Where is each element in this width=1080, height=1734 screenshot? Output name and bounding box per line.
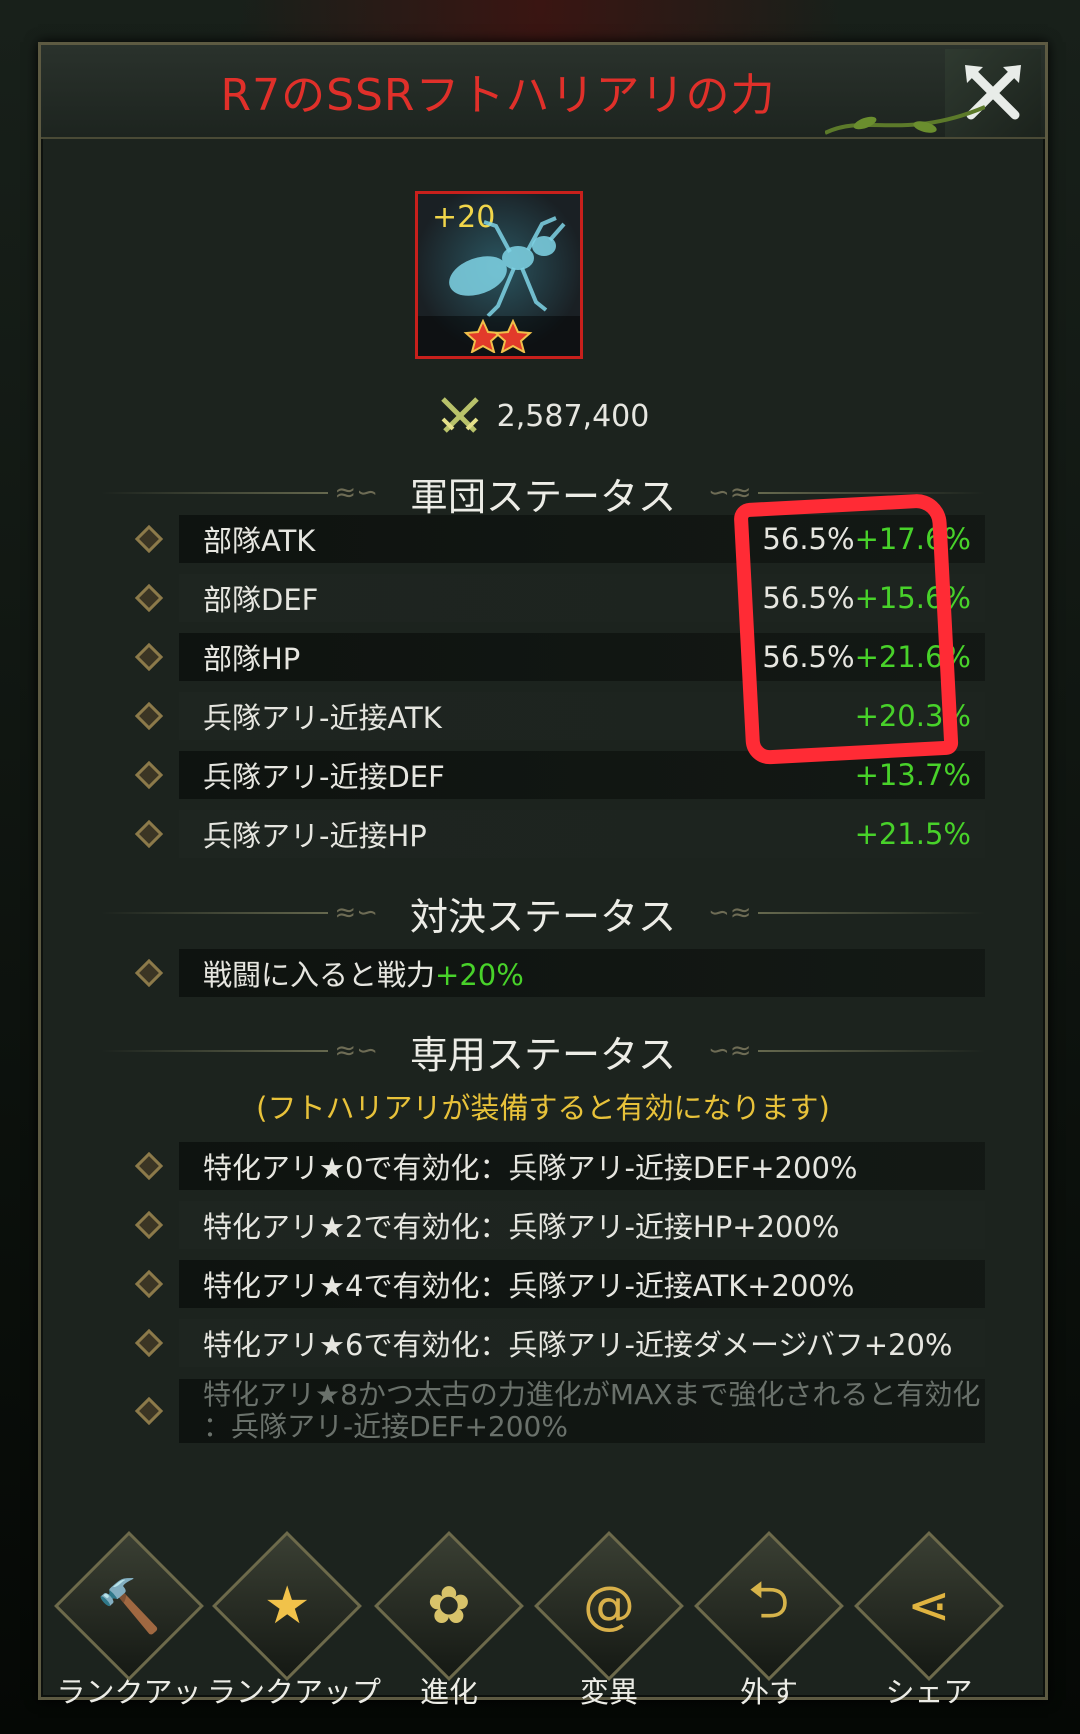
exclusive-row: 特化アリ★0で有効化：兵隊アリ-近接DEF+200% [91,1138,985,1194]
section-title: 専用ステータス [410,1032,677,1077]
flower-evolve-icon: ✿ [427,1575,471,1636]
exclusive-label: 特化アリ★4で有効化：兵隊アリ-近接ATK+200% [203,1269,855,1303]
bullet-diamond-icon [134,1328,164,1358]
swirl-ornament-icon: ∽≈ [708,1036,752,1066]
star-upgrade-icon: ★ [263,1576,311,1636]
item-star-rating [418,316,580,356]
bullet-diamond-icon [134,958,164,988]
share-button[interactable]: ⋖ シェア [849,1531,1009,1711]
bullet-diamond-icon [134,701,164,731]
exclusive-note: (フトハリアリが装備すると有効になります) [256,1091,830,1125]
item-detail-dialog: R7のSSRフトハリアリの力 +20 2,587,400 ≈∽ 軍団ステータス … [38,42,1048,1709]
bullet-diamond-icon [134,642,164,672]
bullet-diamond-icon [134,1269,164,1299]
action-bar: 🔨 ランクアッ ★ ランクアップ ✿ 進化 @ 変異 ⮌ 外す ⋖ シェア [41,1531,1045,1709]
swirl-ornament-icon: ≈∽ [334,898,378,928]
swirl-ornament-icon: ≈∽ [334,478,378,508]
bullet-diamond-icon [134,819,164,849]
exclusive-status-header: ≈∽ 専用ステータス ∽≈ [101,1025,986,1077]
exclusive-row: 特化アリ★2で有効化：兵隊アリ-近接HP+200% [91,1197,985,1253]
unequip-icon: ⮌ [748,1570,790,1631]
stat-label: 部隊DEF [203,583,319,617]
dialog-title: R7のSSRフトハリアリの力 [220,70,776,121]
swirl-ornament-icon: ∽≈ [708,898,752,928]
ant-silhouette-icon [449,216,566,318]
exclusive-label: 特化アリ★0で有効化：兵隊アリ-近接DEF+200% [203,1151,858,1185]
star-icon [463,319,533,353]
exclusive-label: 特化アリ★6で有効化：兵隊アリ-近接ダメージバフ+20% [203,1328,953,1362]
stat-row: 兵隊アリ-近接HP +21.5% [91,806,985,862]
dialog-header: R7のSSRフトハリアリの力 [41,45,1045,139]
stat-row: 戦闘に入ると戦力+20% [91,945,985,1001]
bullet-diamond-icon [134,1151,164,1181]
bullet-diamond-icon [134,1396,164,1426]
section-title: 対決ステータス [410,894,677,939]
locked-exclusive-label: 特化アリ★8かつ太古の力進化がMAXまで強化されると有効化 ：兵隊アリ-近接DE… [203,1378,981,1443]
vine-decoration-icon [825,105,985,135]
unequip-button[interactable]: ⮌ 外す [689,1531,849,1711]
hammer-upgrade-icon: 🔨 [96,1576,162,1637]
stat-label: 兵隊アリ-近接HP [203,819,427,853]
stat-value: +13.7% [854,758,971,792]
bullet-diamond-icon [134,760,164,790]
power-display: 2,587,400 [41,393,1045,439]
bullet-diamond-icon [134,583,164,613]
exclusive-label: 特化アリ★2で有効化：兵隊アリ-近接HP+200% [203,1210,840,1244]
rank-up-star-button[interactable]: ★ ランクアップ [207,1531,381,1711]
stat-label: 戦闘に入ると戦力+20% [203,958,524,992]
bullet-diamond-icon [134,1210,164,1240]
exclusive-row: 特化アリ★4で有効化：兵隊アリ-近接ATK+200% [91,1256,985,1312]
evolve-button[interactable]: ✿ 進化 [369,1531,529,1711]
swirl-ornament-icon: ≈∽ [334,1036,378,1066]
stat-value: +21.5% [854,817,971,851]
power-value: 2,587,400 [496,398,650,434]
stat-label: 部隊ATK [203,524,316,558]
stat-label: 部隊HP [203,642,301,676]
rank-up-button[interactable]: 🔨 ランクアッ [49,1531,209,1711]
crossed-swords-icon [440,397,479,433]
bullet-diamond-icon [134,524,164,554]
exclusive-row: 特化アリ★6で有効化：兵隊アリ-近接ダメージバフ+20% [91,1315,985,1371]
duel-status-header: ≈∽ 対決ステータス ∽≈ [101,887,986,939]
share-icon: ⋖ [907,1575,951,1636]
mutate-button[interactable]: @ 変異 [529,1531,689,1711]
item-card: +20 [415,191,583,359]
locked-exclusive-row: 特化アリ★8かつ太古の力進化がMAXまで強化されると有効化 ：兵隊アリ-近接DE… [91,1375,985,1447]
red-highlight-annotation [733,492,959,766]
spiral-mutate-icon: @ [583,1576,635,1636]
